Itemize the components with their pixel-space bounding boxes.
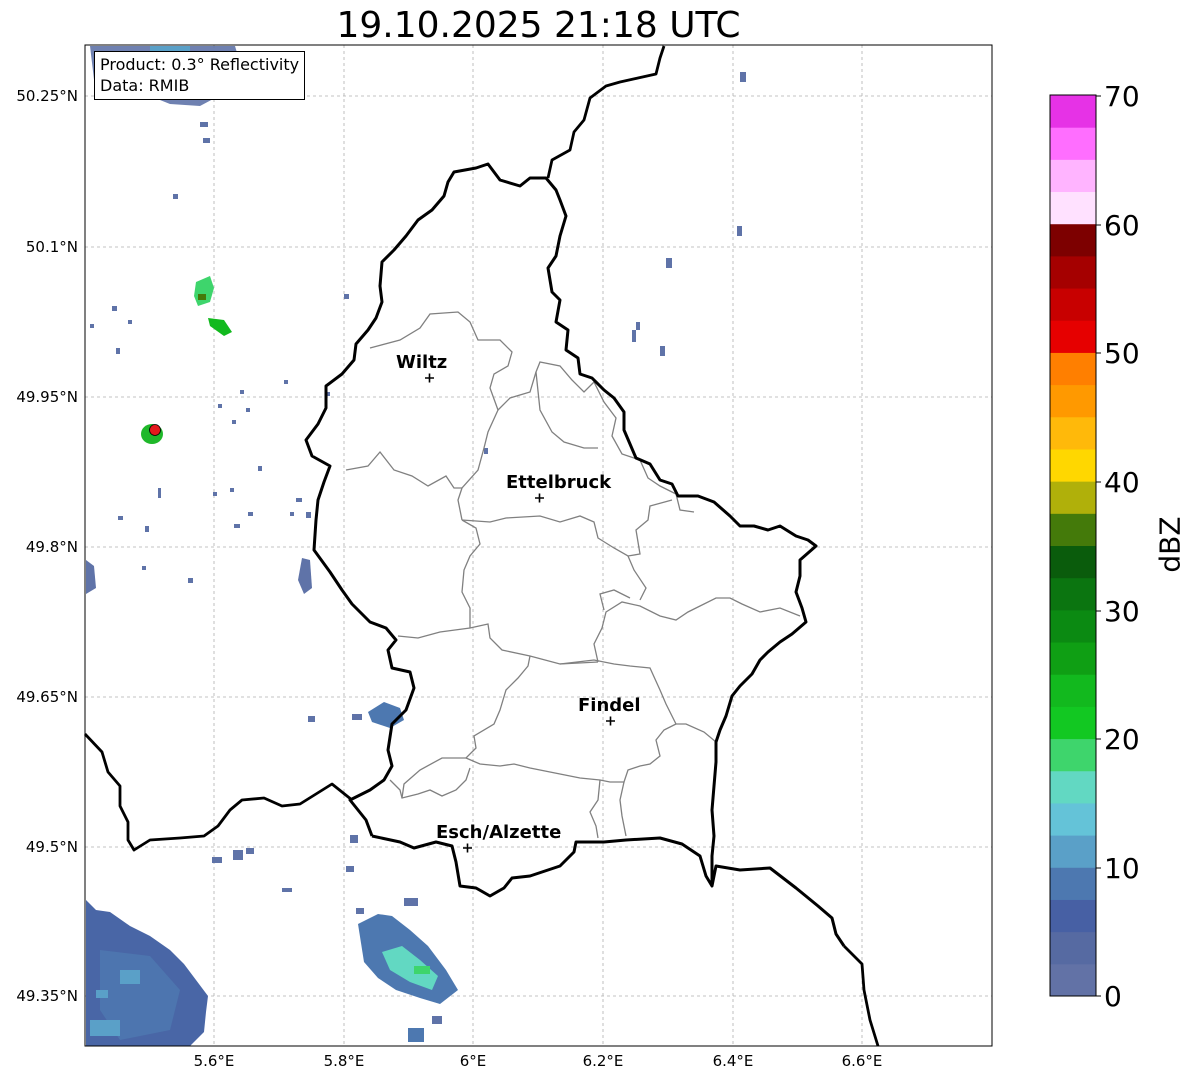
colorbar-segment — [1050, 352, 1096, 386]
colorbar-segment — [1050, 642, 1096, 675]
colorbar-tick-label: 50 — [1104, 337, 1140, 370]
lat-tick-label: 49.95°N — [16, 388, 78, 406]
lat-tick-label: 49.8°N — [26, 538, 78, 556]
colorbar-segment — [1050, 931, 1096, 965]
colorbar-segment — [1050, 159, 1096, 193]
colorbar-segment — [1050, 513, 1096, 546]
colorbar-segment — [1050, 191, 1096, 225]
colorbar-segment — [1050, 95, 1096, 128]
colorbar-segment — [1050, 127, 1096, 160]
radar-site-marker — [149, 424, 161, 436]
lat-tick-label: 50.25°N — [16, 87, 78, 105]
lon-tick-label: 5.6°E — [194, 1052, 235, 1070]
colorbar-segment — [1050, 609, 1096, 643]
colorbar-segment — [1050, 899, 1096, 933]
city-label: Esch/Alzette — [436, 822, 561, 843]
lat-tick-labels: 50.25°N 50.1°N 49.95°N 49.8°N 49.65°N 49… — [16, 87, 78, 1005]
colorbar-segment — [1050, 738, 1096, 772]
colorbar-label: dBZ — [1153, 516, 1184, 573]
lon-tick-label: 5.8°E — [324, 1052, 365, 1070]
colorbar-segment — [1050, 835, 1096, 868]
colorbar-segment — [1050, 255, 1096, 289]
data-source-label: Data: RMIB — [100, 76, 190, 95]
colorbar-tick-label: 70 — [1104, 80, 1140, 113]
product-info-box: Product: 0.3° Reflectivity Data: RMIB — [94, 51, 306, 100]
colorbar-tick-label: 0 — [1104, 980, 1122, 1013]
colorbar-tick-label: 60 — [1104, 209, 1140, 242]
product-label: Product: 0.3° Reflectivity — [100, 55, 300, 74]
colorbar-segment — [1050, 706, 1096, 740]
colorbar-segment — [1050, 867, 1096, 900]
lat-tick-label: 49.65°N — [16, 688, 78, 706]
colorbar-segment — [1050, 481, 1096, 514]
city-label: Ettelbruck — [506, 472, 612, 493]
colorbar-segment — [1050, 674, 1096, 707]
colorbar-tick-label: 30 — [1104, 595, 1140, 628]
colorbar-segment — [1050, 802, 1096, 836]
colorbar — [1050, 95, 1096, 997]
colorbar-tick-labels: 70 60 50 40 30 20 10 0 — [1104, 80, 1140, 1013]
colorbar-tick-label: 10 — [1104, 852, 1140, 885]
colorbar-segment — [1050, 770, 1096, 804]
lon-tick-label: 6°E — [460, 1052, 487, 1070]
city-label: Findel — [578, 695, 641, 716]
colorbar-segment — [1050, 416, 1096, 450]
lat-tick-label: 50.1°N — [26, 238, 78, 256]
city-label: Wiltz — [396, 352, 447, 373]
colorbar-tick-label: 20 — [1104, 723, 1140, 756]
colorbar-segment — [1050, 223, 1096, 257]
colorbar-tick-label: 40 — [1104, 466, 1140, 499]
colorbar-segment — [1050, 320, 1096, 353]
colorbar-segment — [1050, 288, 1096, 321]
lat-tick-label: 49.35°N — [16, 987, 78, 1005]
map-area — [85, 45, 992, 1046]
colorbar-segment — [1050, 577, 1096, 611]
colorbar-ticks — [1096, 95, 1101, 997]
colorbar-segment — [1050, 963, 1096, 997]
lon-tick-label: 6.6°E — [842, 1052, 883, 1070]
lat-tick-label: 49.5°N — [26, 838, 78, 856]
colorbar-segment — [1050, 448, 1096, 482]
lon-tick-label: 6.2°E — [583, 1052, 624, 1070]
colorbar-segment — [1050, 384, 1096, 418]
lon-tick-label: 6.4°E — [713, 1052, 754, 1070]
lon-tick-labels: 5.6°E 5.8°E 6°E 6.2°E 6.4°E 6.6°E — [194, 1052, 883, 1070]
colorbar-segment — [1050, 545, 1096, 579]
radar-map: Wiltz Ettelbruck Findel Esch/Alzette 50.… — [16, 44, 1140, 1070]
